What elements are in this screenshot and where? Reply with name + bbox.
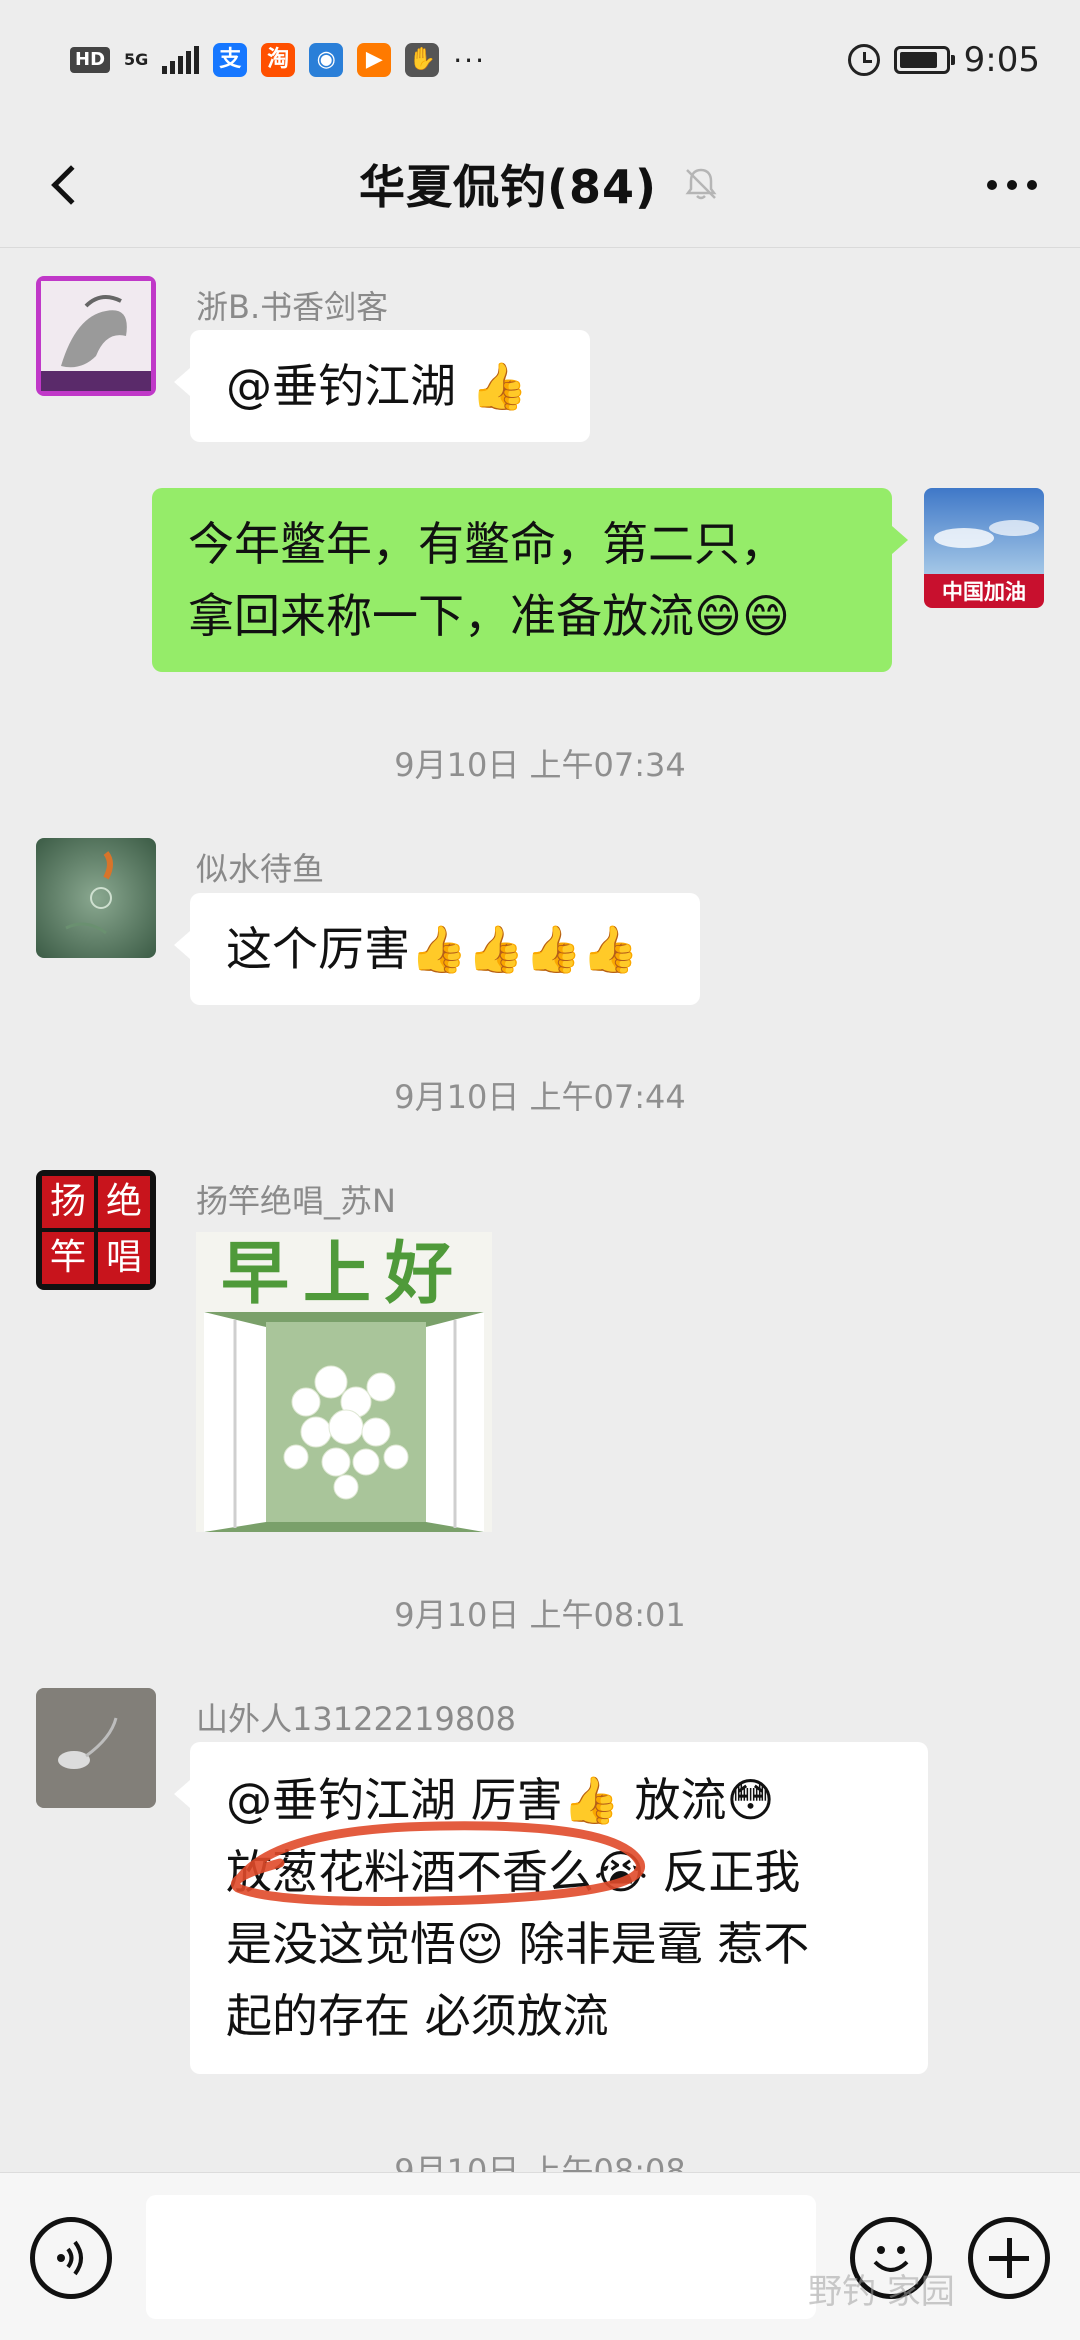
battery-icon [893, 46, 955, 74]
message-text: 这个厉害👍👍👍👍 [226, 922, 640, 976]
more-notifications: ··· [453, 43, 486, 77]
avatar-image [36, 276, 156, 396]
avatar-shuxiang[interactable] [36, 276, 156, 396]
message-bubble-self[interactable]: 今年鳖年，有鳖命，第二只， 拿回来称一下，准备放流😄😄 [152, 488, 908, 672]
avatar-image [36, 1688, 156, 1808]
avatar-char: 绝 [98, 1176, 150, 1228]
message-bubble[interactable]: @垂钓江湖 👍 [174, 330, 590, 442]
avatar-shanwairen[interactable] [36, 1688, 156, 1808]
avatar-char: 扬 [42, 1176, 94, 1228]
watermark: 野钓 家园 [808, 2272, 955, 2312]
browser-icon: ◉ [309, 43, 344, 77]
status-left: HD 5G 支淘 ◉ ▶ ✋ ··· [70, 43, 486, 77]
chevron-left-icon [51, 165, 91, 205]
shield-app-icon: ✋ [405, 43, 440, 77]
avatar-caption: 中国加油 [942, 580, 1026, 604]
message-text: 拿回来称一下，准备放流😄😄 [188, 589, 790, 643]
network-type: 5G [124, 50, 149, 69]
avatar-grid: 扬 绝 竿 唱 [42, 1176, 150, 1284]
status-bar: HD 5G 支淘 ◉ ▶ ✋ ··· 9:05 [0, 0, 1080, 120]
chat-title[interactable]: 华夏侃钓(84) [359, 151, 657, 217]
message-text: 今年鳖年，有鳖命，第二只， [188, 517, 786, 571]
clock: 9:05 [963, 40, 1040, 80]
sender-name: 扬竿绝唱_苏N [196, 1182, 396, 1220]
timestamp: 9月10日 上午07:44 [394, 1078, 686, 1116]
timestamp: 9月10日 上午08:01 [394, 1596, 686, 1634]
message-text: 起的存在 必须放流 [226, 1989, 609, 2043]
avatar-image [36, 838, 156, 958]
notification-icons: 支淘 ◉ ▶ ✋ [213, 43, 440, 77]
more-actions-button[interactable] [968, 2217, 1050, 2299]
input-bar [0, 2172, 1080, 2340]
video-icon: ▶ [357, 43, 392, 77]
image-caption: 早上好 [220, 1234, 467, 1314]
alarm-icon [847, 44, 880, 76]
avatar-sishui[interactable] [36, 838, 156, 958]
timestamp: 9月10日 上午07:34 [394, 746, 686, 784]
hd-badge: HD [70, 47, 111, 73]
chat-header: 华夏侃钓(84) [0, 120, 1080, 248]
message-bubble[interactable]: 这个厉害👍👍👍👍 [174, 893, 700, 1005]
more-options-button[interactable] [972, 150, 1052, 220]
avatar-char: 竿 [42, 1232, 94, 1284]
sender-name: 浙B.书香剑客 [196, 288, 389, 326]
red-circle-annotation [231, 1821, 645, 1906]
avatar-self[interactable]: 中国加油 [924, 488, 1044, 608]
taobao-icon: 淘 [261, 43, 296, 77]
battery-level [899, 52, 938, 68]
voice-icon [57, 2240, 83, 2276]
sender-name: 山外人13122219808 [196, 1700, 516, 1738]
alipay-icon: 支 [213, 43, 248, 77]
back-button[interactable] [30, 150, 100, 220]
signal-icon [162, 46, 200, 74]
avatar-yanggan[interactable]: 扬 绝 竿 唱 [36, 1170, 156, 1290]
message-text: @垂钓江湖 👍 [226, 359, 528, 413]
message-text: 是没这觉悟😌 除非是鼋 惹不 [226, 1917, 810, 1971]
message-image[interactable]: 早上好 [196, 1232, 492, 1532]
voice-input-button[interactable] [30, 2217, 112, 2299]
status-right: 9:05 [847, 40, 1040, 80]
sender-name: 似水待鱼 [196, 850, 325, 888]
avatar-char: 唱 [98, 1232, 150, 1284]
mute-bell-icon [685, 168, 717, 199]
message-input[interactable] [146, 2195, 816, 2319]
